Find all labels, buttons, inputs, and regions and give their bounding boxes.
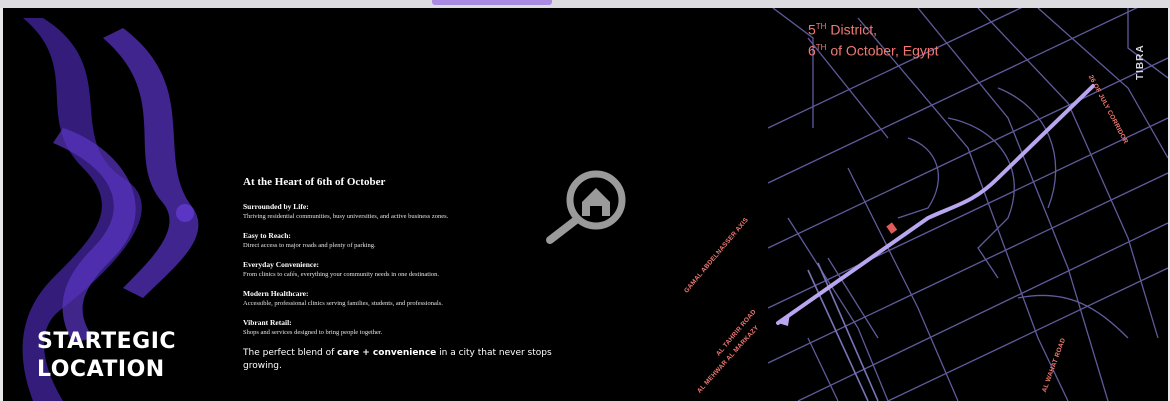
district-line-1-rest: District, — [826, 21, 878, 38]
page-title-line1: STARTEGIC — [37, 329, 177, 354]
features-panel: At the Heart of 6th of October Surrounde… — [243, 176, 573, 373]
district-line-1-sup: TH — [815, 22, 827, 31]
top-strip — [0, 0, 1170, 8]
search-home-icon — [546, 170, 626, 244]
top-strip-accent — [432, 0, 552, 5]
page-title: STARTEGIC LOCATION — [37, 328, 176, 384]
road-label-gamal: GAMAL ABDELNASSER AXIS — [683, 216, 750, 295]
district-line-2: 6TH of October, Egypt — [808, 39, 939, 60]
district-label: 5TH District, 6TH of October, Egypt — [808, 18, 939, 59]
district-line-2-rest: of October, Egypt — [826, 42, 939, 59]
feature-item: Surrounded by Life: Thriving residential… — [243, 202, 573, 221]
feature-title: Everyday Convenience: — [243, 260, 320, 269]
district-line-2-num: 6 — [808, 42, 816, 59]
feature-item: Easy to Reach: Direct access to major ro… — [243, 231, 573, 250]
feature-desc: From clinics to cafés, everything your c… — [243, 271, 440, 278]
feature-title: Easy to Reach: — [243, 231, 291, 240]
page-title-line2: LOCATION — [37, 357, 165, 382]
feature-item: Everyday Convenience: From clinics to ca… — [243, 260, 573, 279]
feature-title: Surrounded by Life: — [243, 202, 309, 211]
features-heading: At the Heart of 6th of October — [243, 176, 386, 188]
feature-item: Vibrant Retail: Shops and services desig… — [243, 318, 573, 337]
feature-item: Modern Healthcare: Accessible, professio… — [243, 289, 573, 308]
feature-title: Vibrant Retail: — [243, 318, 292, 327]
tibra-label: TIBRA — [1135, 44, 1146, 80]
feature-desc: Direct access to major roads and plenty … — [243, 242, 376, 249]
road-label-mehwar: AL MEHWAR AL MARKAZY — [696, 324, 761, 395]
feature-title: Modern Healthcare: — [243, 289, 309, 298]
closing-statement: The perfect blend of care + convenience … — [243, 347, 563, 373]
district-line-1-num: 5 — [808, 21, 816, 38]
slide-frame: STARTEGIC LOCATION At the Heart of 6th o… — [3, 8, 1168, 401]
feature-desc: Thriving residential communities, busy u… — [243, 213, 449, 220]
closing-prefix: The perfect blend of — [243, 348, 338, 358]
district-line-2-sup: TH — [815, 42, 827, 52]
feature-desc: Shops and services designed to bring peo… — [243, 329, 383, 336]
feature-desc: Accessible, professional clinics serving… — [243, 300, 443, 307]
location-map — [768, 8, 1168, 401]
closing-bold: care + convenience — [337, 348, 437, 358]
district-line-1: 5TH District, — [808, 18, 939, 39]
